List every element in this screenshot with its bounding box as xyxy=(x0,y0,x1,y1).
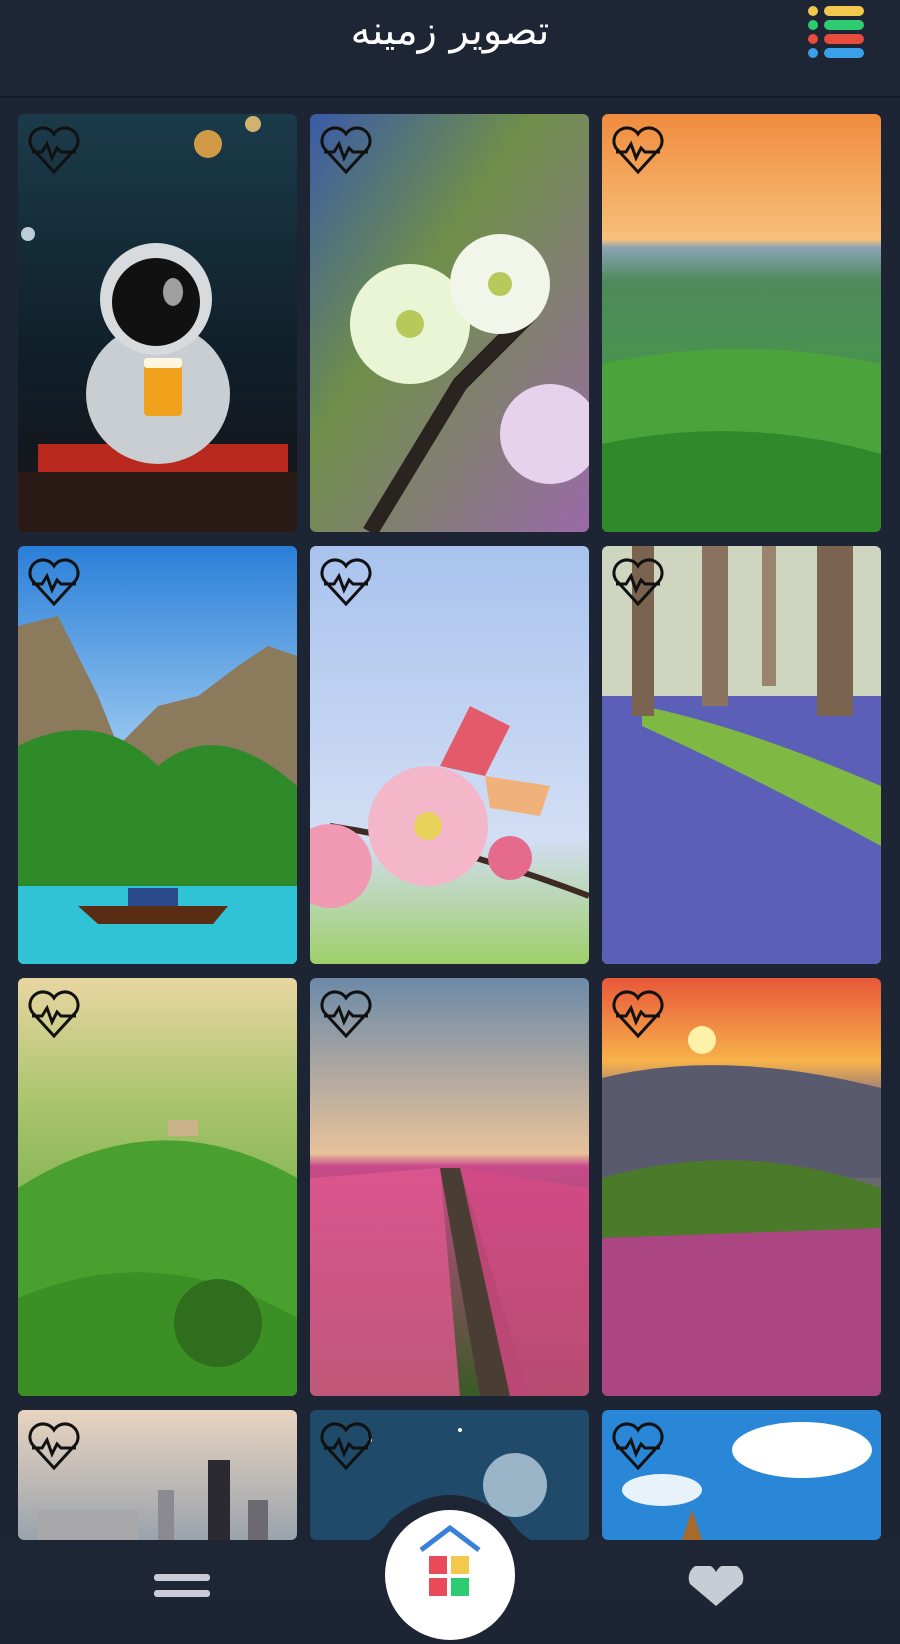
heart-pulse-icon[interactable] xyxy=(608,552,668,612)
heart-icon[interactable] xyxy=(684,1566,748,1606)
heart-pulse-icon[interactable] xyxy=(316,552,376,612)
heart-pulse-icon[interactable] xyxy=(608,984,668,1044)
wallpaper-tile-white-blossom[interactable] xyxy=(310,114,589,532)
wallpaper-tile-butterfly-pink-flower[interactable] xyxy=(310,546,589,964)
heart-pulse-icon[interactable] xyxy=(608,1416,668,1476)
heart-pulse-icon[interactable] xyxy=(24,984,84,1044)
wallpaper-tile-blue-sky-clouds[interactable] xyxy=(602,1410,881,1540)
wallpaper-tile-tuscany-hills[interactable] xyxy=(18,978,297,1396)
wallpaper-tile-tulip-field[interactable] xyxy=(310,978,589,1396)
wallpaper-tile-tropical-cliffs-boat[interactable] xyxy=(18,546,297,964)
top-app-bar: تصویر زمینه xyxy=(0,0,900,98)
wallpaper-tile-bluebell-forest[interactable] xyxy=(602,546,881,964)
wallpaper-tile-astronaut-bar[interactable] xyxy=(18,114,297,532)
home-button[interactable] xyxy=(385,1510,515,1640)
heart-pulse-icon[interactable] xyxy=(316,120,376,180)
list-icon[interactable] xyxy=(150,1572,214,1600)
heart-pulse-icon[interactable] xyxy=(316,1416,376,1476)
page-title: تصویر زمینه xyxy=(350,8,550,54)
wallpaper-tile-mountain-sunset-flowers[interactable] xyxy=(602,978,881,1396)
wallpaper-tile-green-hills-sunset[interactable] xyxy=(602,114,881,532)
heart-pulse-icon[interactable] xyxy=(316,984,376,1044)
home-colorful-icon xyxy=(419,1524,481,1596)
list-menu-icon[interactable] xyxy=(808,4,864,60)
heart-pulse-icon[interactable] xyxy=(24,552,84,612)
wallpaper-tile-city-skyline[interactable] xyxy=(18,1410,297,1540)
heart-pulse-icon[interactable] xyxy=(24,1416,84,1476)
heart-pulse-icon[interactable] xyxy=(608,120,668,180)
heart-pulse-icon[interactable] xyxy=(24,120,84,180)
